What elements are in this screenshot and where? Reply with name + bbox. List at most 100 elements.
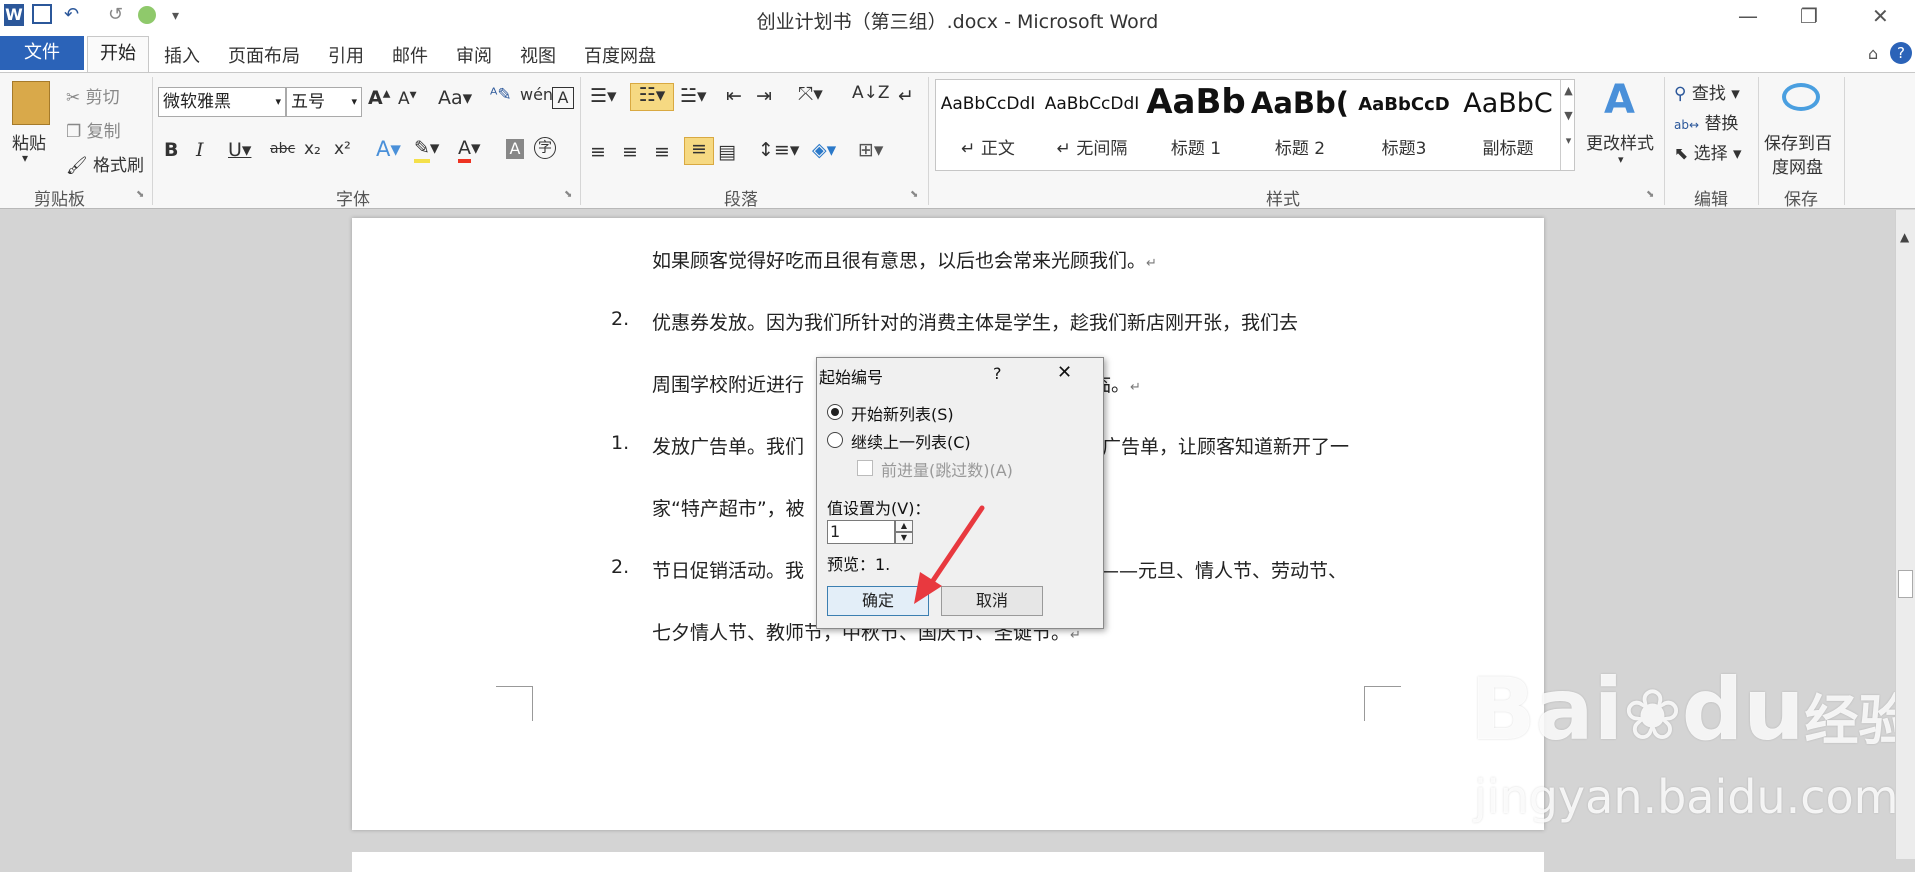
- style-name: 标题3: [1381, 139, 1427, 159]
- tab-mailings[interactable]: 邮件: [392, 42, 428, 68]
- align-left-icon[interactable]: ≡: [590, 141, 606, 163]
- option-continue-list-label[interactable]: 继续上一列表(C): [851, 429, 971, 453]
- format-painter-label: 格式刷: [93, 156, 144, 176]
- style-no-spacing[interactable]: AaBbCcDdI ↵ 无间隔: [1040, 80, 1144, 170]
- dialog-close-button[interactable]: ✕: [1057, 362, 1072, 383]
- ribbon-minimize-icon[interactable]: ⌂: [1868, 44, 1878, 63]
- cut-button[interactable]: ✂ 剪切: [66, 83, 120, 108]
- distributed-icon[interactable]: ▤: [718, 141, 736, 163]
- close-button[interactable]: ✕: [1872, 4, 1889, 28]
- character-shading-icon[interactable]: A: [506, 139, 524, 159]
- clear-format-icon[interactable]: ᴬ✎: [490, 85, 512, 105]
- doc-line: 发放广告单。我们: [652, 436, 805, 458]
- character-border-icon[interactable]: A: [552, 87, 574, 109]
- tab-insert[interactable]: 插入: [164, 42, 200, 68]
- list-number: 2.: [611, 556, 630, 578]
- underline-icon[interactable]: U▾: [228, 139, 251, 161]
- doc-line: 如果顾客觉得好吃而且很有意思，以后也会常来光顾我们。↵: [652, 246, 1157, 273]
- phonetic-guide-icon[interactable]: wén: [520, 85, 553, 104]
- style-name: 标题 2: [1274, 139, 1326, 159]
- clipboard-launcher-icon[interactable]: ⬊: [136, 189, 144, 200]
- change-styles-button[interactable]: 更改样式: [1586, 129, 1654, 154]
- superscript-icon[interactable]: x²: [334, 139, 351, 159]
- highlight-color-icon[interactable]: ✎▾: [414, 137, 439, 163]
- style-heading-1[interactable]: AaBb 标题 1: [1144, 80, 1248, 170]
- select-button[interactable]: ⬉ 选择 ▾: [1674, 139, 1742, 164]
- dialog-help-button[interactable]: ?: [993, 364, 1002, 383]
- save-to-baidu-button[interactable]: 保存到百: [1764, 129, 1832, 154]
- scroll-up-icon[interactable]: ▲: [1900, 230, 1909, 244]
- tab-review[interactable]: 审阅: [456, 42, 492, 68]
- shrink-font-icon[interactable]: A▼: [398, 89, 417, 109]
- justify-icon[interactable]: ≡: [684, 137, 714, 165]
- shading-icon[interactable]: ◈▾: [812, 139, 836, 161]
- sort-icon[interactable]: A↓Z: [852, 83, 890, 103]
- style-normal[interactable]: AaBbCcDdI ↵ 正文: [936, 80, 1040, 170]
- tab-view[interactable]: 视图: [520, 42, 556, 68]
- numbering-icon[interactable]: ☷▾: [630, 83, 674, 111]
- scroll-thumb[interactable]: [1898, 570, 1913, 598]
- list-number: 1.: [611, 432, 630, 454]
- style-name: 副标题: [1482, 139, 1534, 159]
- subscript-icon[interactable]: x₂: [304, 139, 321, 159]
- tab-baidu-netdisk[interactable]: 百度网盘: [584, 42, 656, 68]
- style-heading-3[interactable]: AaBbCcD 标题3: [1352, 80, 1456, 170]
- find-button[interactable]: ⚲ 查找 ▾: [1674, 79, 1740, 104]
- advance-value-checkbox[interactable]: [857, 460, 873, 476]
- minimize-button[interactable]: —: [1738, 4, 1758, 28]
- format-painter-button[interactable]: 🖌 格式刷: [66, 151, 144, 176]
- style-heading-2[interactable]: AaBb(标题 2: [1248, 80, 1352, 170]
- red-arrow-annotation: [914, 505, 985, 604]
- style-subtitle[interactable]: AaBbC 副标题: [1456, 80, 1560, 170]
- paste-icon[interactable]: [12, 81, 50, 125]
- font-name-combo[interactable]: 微软雅黑 ▾: [158, 87, 286, 117]
- doc-line: ——元旦、情人节、劳动节、: [1100, 560, 1348, 582]
- clipboard-group-label: 剪贴板: [34, 190, 85, 210]
- align-center-icon[interactable]: ≡: [622, 141, 638, 163]
- option-new-list-label[interactable]: 开始新列表(S): [851, 401, 954, 425]
- italic-icon[interactable]: I: [196, 139, 204, 161]
- help-icon[interactable]: ?: [1890, 42, 1912, 64]
- enclose-characters-icon[interactable]: 字: [534, 137, 556, 159]
- tab-references[interactable]: 引用: [328, 42, 364, 68]
- tab-home[interactable]: 开始: [87, 36, 149, 72]
- font-launcher-icon[interactable]: ⬊: [564, 189, 572, 200]
- chevron-down-icon: ▾: [351, 95, 357, 108]
- radio-continue-list[interactable]: [827, 432, 843, 448]
- text-effects-icon[interactable]: A▾: [376, 137, 401, 161]
- radio-new-list[interactable]: [827, 404, 843, 420]
- paste-button[interactable]: 粘贴: [12, 129, 46, 154]
- bold-icon[interactable]: B: [164, 139, 178, 161]
- strikethrough-icon[interactable]: abc: [270, 141, 295, 157]
- paragraph-launcher-icon[interactable]: ⬊: [910, 189, 918, 200]
- group-divider: [1844, 77, 1845, 205]
- styles-launcher-icon[interactable]: ⬊: [1646, 189, 1654, 200]
- grow-font-icon[interactable]: A▲: [368, 87, 390, 109]
- replace-button[interactable]: ab↔ 替换: [1674, 109, 1738, 134]
- value-input[interactable]: 1: [827, 520, 895, 544]
- restore-button[interactable]: ❐: [1800, 4, 1818, 28]
- font-size-combo[interactable]: 五号 ▾: [286, 87, 362, 117]
- group-divider: [152, 77, 153, 205]
- increase-indent-icon[interactable]: ⇥: [756, 85, 772, 107]
- baidu-netdisk-icon[interactable]: [1782, 83, 1820, 111]
- vertical-scrollbar[interactable]: ▲: [1895, 210, 1915, 859]
- multilevel-list-icon[interactable]: ☱▾: [680, 85, 707, 107]
- change-styles-icon[interactable]: A: [1604, 77, 1635, 123]
- decrease-indent-icon[interactable]: ⇤: [726, 85, 742, 107]
- line-spacing-icon[interactable]: ↕≡▾: [758, 139, 799, 161]
- tab-file[interactable]: 文件: [0, 36, 84, 70]
- bullets-icon[interactable]: ☰▾: [590, 85, 617, 107]
- list-number: 2.: [611, 308, 630, 330]
- styles-scroll[interactable]: ▲ ▼ ▾: [1560, 80, 1576, 170]
- change-case-icon[interactable]: Aa▾: [438, 87, 472, 109]
- paste-dropdown-icon[interactable]: ▾: [22, 151, 28, 165]
- style-name: ↵ 无间隔: [1056, 139, 1128, 159]
- show-marks-icon[interactable]: ↵: [898, 85, 914, 107]
- chinese-layout-icon[interactable]: ⤧▾: [798, 83, 823, 105]
- borders-icon[interactable]: ⊞▾: [858, 139, 883, 161]
- copy-button[interactable]: ❐ 复制: [66, 117, 121, 142]
- font-color-icon[interactable]: A▾: [458, 137, 481, 163]
- tab-page-layout[interactable]: 页面布局: [228, 42, 300, 68]
- align-right-icon[interactable]: ≡: [654, 141, 670, 163]
